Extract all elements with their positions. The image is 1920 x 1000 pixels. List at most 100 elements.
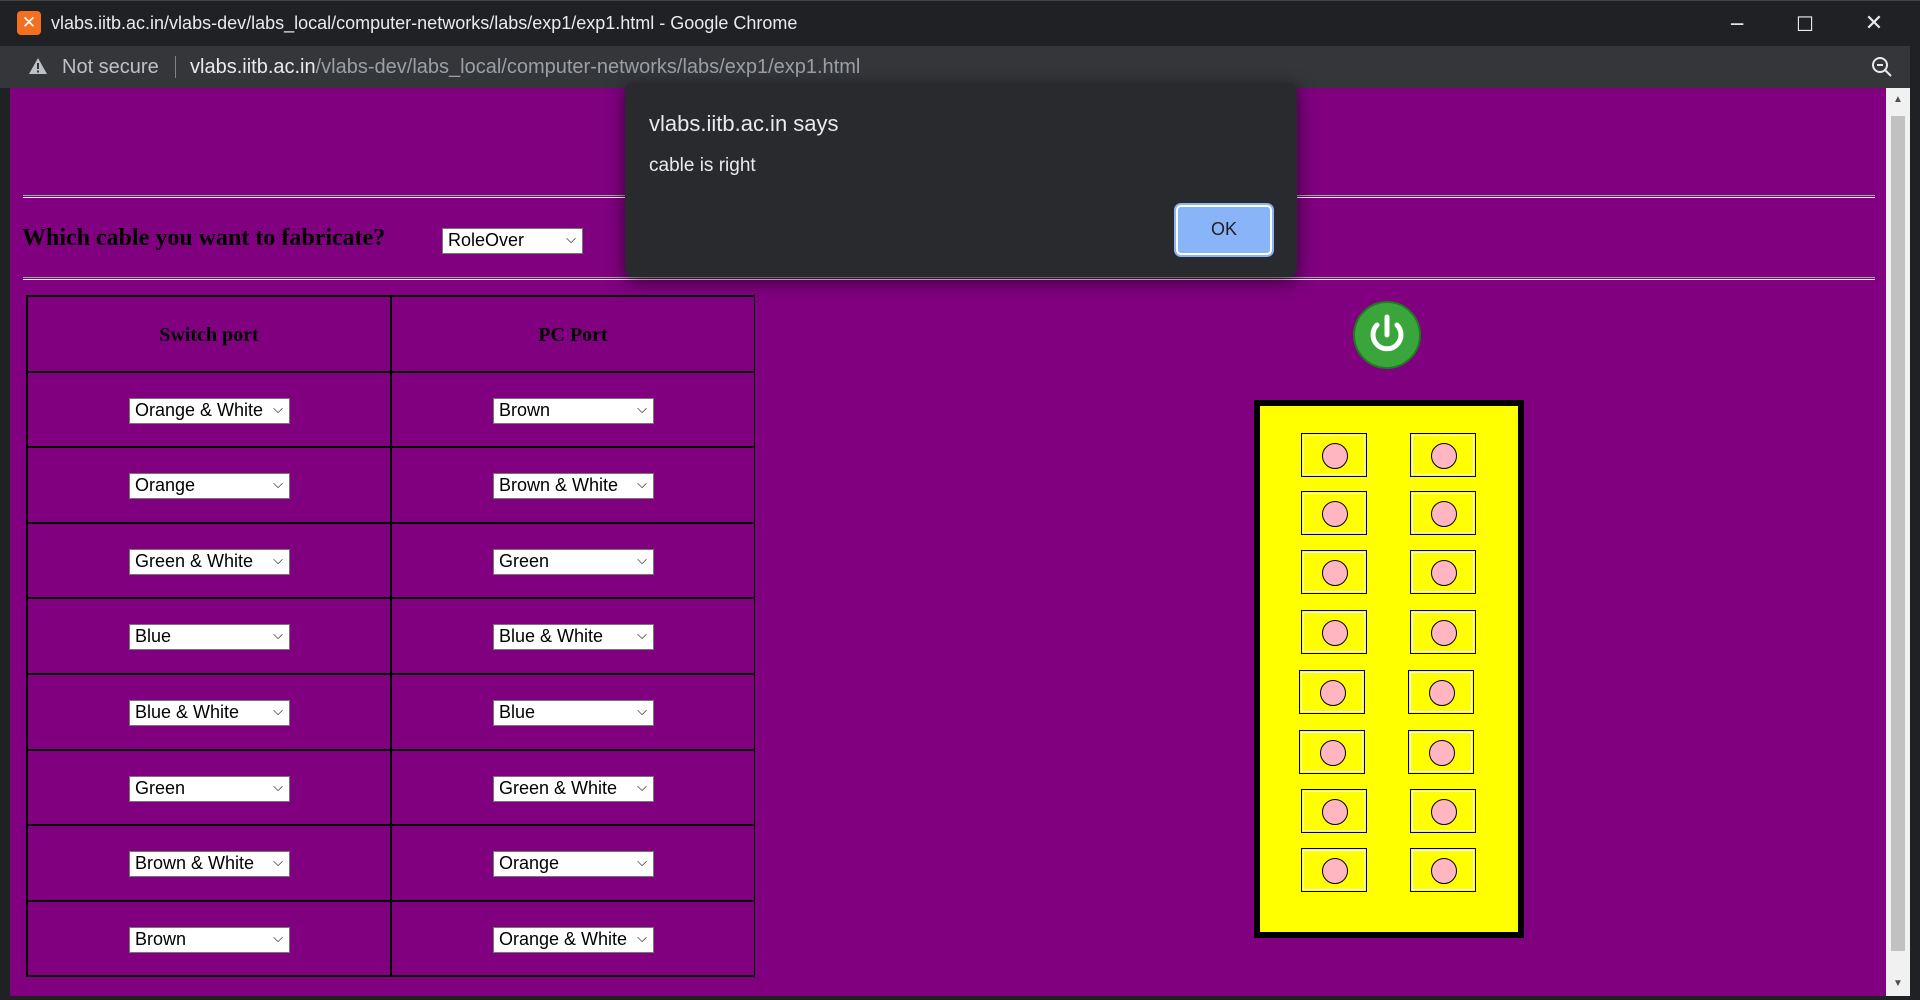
select-value: Orange & White [135, 399, 264, 420]
patch-port[interactable] [1301, 491, 1367, 535]
switch-port-cell: Brown ⌵ [27, 900, 391, 977]
patch-port[interactable] [1408, 670, 1474, 714]
patch-panel [1254, 400, 1524, 938]
port-pin [1431, 858, 1457, 884]
power-icon [1370, 314, 1404, 352]
scroll-up-arrow[interactable]: ▲ [1886, 90, 1910, 110]
select-value: Orange & White [499, 928, 628, 949]
switch-port-cell: Green & White ⌵ [27, 522, 391, 599]
switch-color-select[interactable]: Green ⌵ [129, 775, 290, 802]
scroll-thumb[interactable] [1891, 116, 1905, 951]
switch-port-header: Switch port [27, 296, 391, 372]
pc-port-cell: Blue & White ⌵ [391, 598, 755, 674]
switch-color-select[interactable]: Brown & White ⌵ [129, 851, 290, 878]
select-value: Green [499, 550, 550, 571]
patch-port[interactable] [1410, 610, 1476, 654]
patch-port[interactable] [1301, 550, 1367, 594]
pc-port-cell: Orange & White ⌵ [391, 900, 755, 977]
patch-port[interactable] [1408, 730, 1474, 774]
select-value: Green & White [499, 777, 618, 798]
security-label[interactable]: Not secure [62, 56, 159, 79]
port-pin [1431, 560, 1457, 586]
select-value: Brown [499, 399, 551, 420]
switch-port-cell: Green ⌵ [27, 749, 391, 826]
alert-dialog: vlabs.iitb.ac.in says cable is right OK [625, 83, 1297, 277]
chevron-down-icon: ⌵ [273, 401, 283, 417]
switch-color-select[interactable]: Blue ⌵ [129, 624, 290, 651]
patch-port[interactable] [1410, 550, 1476, 594]
pc-color-select[interactable]: Orange ⌵ [493, 851, 654, 878]
pc-color-select[interactable]: Blue & White ⌵ [493, 624, 654, 651]
cable-type-select[interactable]: RoleOver ⌵ [442, 228, 583, 254]
port-pin [1320, 680, 1346, 706]
switch-color-select[interactable]: Orange ⌵ [129, 473, 290, 500]
window-border [0, 996, 1920, 1000]
maximize-button[interactable]: ☐ [1771, 1, 1839, 47]
close-button[interactable]: ✕ [1840, 1, 1908, 47]
patch-port[interactable] [1299, 670, 1365, 714]
port-pin [1431, 799, 1457, 825]
port-pin [1429, 680, 1455, 706]
scroll-down-arrow[interactable]: ▼ [1886, 974, 1910, 994]
patch-port[interactable] [1410, 433, 1476, 477]
divider [175, 56, 176, 78]
url-host: vlabs.iitb.ac.in [190, 56, 316, 78]
minimize-button[interactable]: ─ [1703, 1, 1771, 47]
vertical-scrollbar[interactable]: ▲ ▼ [1886, 88, 1910, 996]
switch-color-select[interactable]: Brown ⌵ [129, 926, 290, 953]
port-pin [1431, 501, 1457, 527]
window-border [0, 88, 10, 1000]
patch-port[interactable] [1301, 789, 1367, 833]
url-text[interactable]: vlabs.iitb.ac.in/vlabs-dev/labs_local/co… [190, 56, 860, 79]
pc-color-select[interactable]: Green & White ⌵ [493, 775, 654, 802]
cable-table: Switch port PC Port Orange & White ⌵ Brown ⌵ O… [26, 295, 755, 977]
url-path: /vlabs-dev/labs_local/computer-networks/… [315, 56, 861, 78]
pc-color-select[interactable]: Brown ⌵ [493, 397, 654, 424]
patch-port[interactable] [1410, 789, 1476, 833]
ok-button[interactable]: OK [1176, 205, 1272, 255]
zoom-icon[interactable] [1870, 55, 1894, 79]
patch-port[interactable] [1299, 730, 1365, 774]
chevron-down-icon: ⌵ [637, 704, 647, 719]
title-bar: ✕ vlabs.iitb.ac.in/vlabs-dev/labs_local/… [0, 0, 1920, 46]
switch-color-select[interactable]: Blue & White ⌵ [129, 700, 290, 726]
window-title: vlabs.iitb.ac.in/vlabs-dev/labs_local/co… [51, 13, 798, 33]
patch-port[interactable] [1301, 848, 1367, 892]
select-value: Green [135, 777, 186, 798]
window-border [1910, 46, 1920, 1000]
port-pin [1322, 501, 1348, 527]
select-value: Green & White [135, 550, 254, 571]
chevron-down-icon: ⌵ [637, 477, 647, 493]
pc-color-select[interactable]: Blue ⌵ [493, 700, 654, 726]
select-value: Brown & White [499, 475, 619, 496]
port-pin [1322, 799, 1348, 825]
power-button[interactable] [1353, 301, 1421, 369]
dialog-title: vlabs.iitb.ac.in says [649, 111, 839, 136]
pc-port-cell: Green ⌵ [391, 522, 755, 599]
warning-icon[interactable] [28, 56, 48, 76]
port-pin [1322, 560, 1348, 586]
patch-port[interactable] [1301, 610, 1367, 654]
switch-port-cell: Brown & White ⌵ [27, 825, 391, 901]
patch-port[interactable] [1410, 491, 1476, 535]
switch-color-select[interactable]: Orange & White ⌵ [129, 397, 290, 424]
pc-color-select[interactable]: Green ⌵ [493, 548, 654, 575]
port-pin [1429, 740, 1455, 766]
port-pin [1322, 620, 1348, 646]
pc-color-select[interactable]: Orange & White ⌵ [493, 926, 654, 953]
chevron-down-icon: ⌵ [637, 628, 647, 644]
switch-color-select[interactable]: Green & White ⌵ [129, 548, 290, 575]
select-value: Orange [499, 853, 560, 874]
patch-port[interactable] [1410, 848, 1476, 892]
select-value: Blue [135, 626, 172, 647]
pc-color-select[interactable]: Brown & White ⌵ [493, 473, 654, 500]
port-pin [1431, 443, 1457, 469]
switch-port-cell: Blue & White ⌵ [27, 674, 391, 750]
select-value: Blue & White [135, 702, 240, 722]
chevron-down-icon: ⌵ [273, 552, 283, 568]
cable-question: Which cable you want to fabricate? [22, 225, 386, 251]
address-bar[interactable]: Not secure vlabs.iitb.ac.in/vlabs-dev/la… [0, 46, 1920, 88]
pc-port-cell: Blue ⌵ [391, 674, 755, 750]
patch-port[interactable] [1301, 433, 1367, 477]
cable-type-value: RoleOver [448, 230, 525, 250]
